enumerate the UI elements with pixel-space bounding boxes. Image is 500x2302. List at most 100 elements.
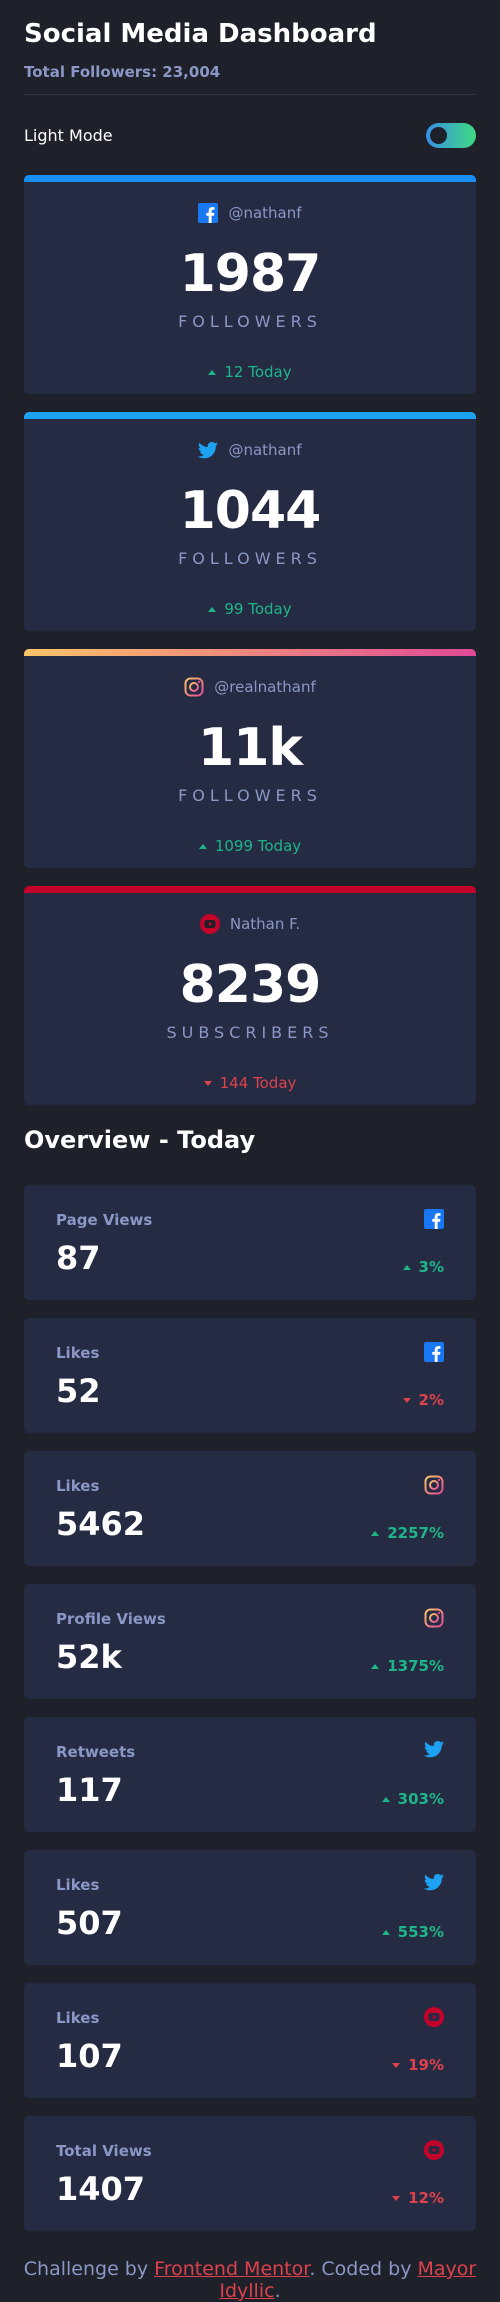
- arrow-down-icon: [392, 2195, 401, 2201]
- card-change: 1099 Today: [24, 837, 476, 855]
- overview-value: 5462: [56, 1505, 146, 1543]
- toggle-knob: [430, 126, 447, 144]
- overview-label: Likes: [56, 2009, 100, 2027]
- card-handle-row: Nathan F.: [24, 913, 476, 935]
- card-unit: SUBSCRIBERS: [166, 1023, 334, 1042]
- card-change-text: 12 Today: [224, 363, 292, 381]
- overview-change: 303%: [381, 1790, 444, 1808]
- overview-value: 52: [56, 1372, 101, 1410]
- total-followers: Total Followers: 23,004: [24, 63, 221, 81]
- card-unit: FOLLOWERS: [178, 312, 322, 331]
- facebook-icon: [424, 1209, 444, 1229]
- footer-suffix: .: [274, 2280, 281, 2302]
- card-top-bar: [24, 649, 476, 656]
- overview-change: 2%: [402, 1391, 444, 1409]
- frontend-mentor-link[interactable]: Frontend Mentor: [154, 2258, 309, 2280]
- card-count: 11k: [198, 718, 303, 778]
- overview-change-text: 2257%: [387, 1524, 444, 1542]
- card-unit: FOLLOWERS: [178, 549, 322, 568]
- card-youtube[interactable]: Nathan F. 8239 SUBSCRIBERS 144 Today: [24, 886, 476, 1105]
- overview-change: 1375%: [371, 1657, 444, 1675]
- overview-change-text: 303%: [397, 1790, 444, 1808]
- youtube-icon: [199, 914, 220, 934]
- overview-card[interactable]: Likes 52 2%: [24, 1318, 476, 1433]
- card-handle: Nathan F.: [229, 915, 301, 933]
- card-count: 1044: [179, 481, 322, 541]
- overview-value: 52k: [56, 1638, 122, 1676]
- mode-label: Light Mode: [24, 125, 113, 145]
- card-twitter[interactable]: @nathanf 1044 FOLLOWERS 99 Today: [24, 412, 476, 631]
- overview-change-text: 19%: [408, 2056, 444, 2074]
- card-top-bar: [24, 886, 476, 893]
- twitter-icon: [424, 1874, 444, 1891]
- overview-change-text: 2%: [418, 1391, 444, 1409]
- card-change: 144 Today: [24, 1074, 476, 1092]
- overview-change: 3%: [402, 1258, 444, 1276]
- card-top-bar: [24, 412, 476, 419]
- card-unit: FOLLOWERS: [178, 786, 322, 805]
- overview-label: Total Views: [56, 2142, 152, 2160]
- overview-card[interactable]: Total Views 1407 12%: [24, 2116, 476, 2231]
- header: Social Media Dashboard Total Followers: …: [24, 0, 476, 175]
- overview-label: Likes: [56, 1876, 100, 1894]
- youtube-icon: [424, 2140, 444, 2160]
- theme-toggle[interactable]: [426, 122, 476, 148]
- arrow-up-icon: [371, 1663, 380, 1669]
- overview-card[interactable]: Likes 507 553%: [24, 1850, 476, 1965]
- card-instagram[interactable]: @realnathanf 11k FOLLOWERS 1099 Today: [24, 649, 476, 868]
- card-handle: @nathanf: [228, 204, 302, 222]
- overview-value: 1407: [56, 2170, 146, 2208]
- overview-change: 12%: [392, 2189, 444, 2207]
- overview-value: 87: [56, 1239, 101, 1277]
- arrow-up-icon: [381, 1796, 390, 1802]
- twitter-icon: [198, 441, 219, 459]
- instagram-icon: [424, 1475, 444, 1495]
- dashboard-page: Social Media Dashboard Total Followers: …: [0, 0, 500, 2302]
- card-top-bar: [24, 175, 476, 182]
- card-handle-row: @nathanf: [24, 202, 476, 224]
- page-title: Social Media Dashboard: [24, 19, 377, 49]
- overview-card[interactable]: Retweets 117 303%: [24, 1717, 476, 1832]
- footer: Challenge by Frontend Mentor. Coded by M…: [0, 2258, 500, 2302]
- card-facebook[interactable]: @nathanf 1987 FOLLOWERS 12 Today: [24, 175, 476, 394]
- card-handle-row: @nathanf: [24, 439, 476, 461]
- youtube-icon: [424, 2007, 444, 2027]
- overview-card[interactable]: Likes 5462 2257%: [24, 1451, 476, 1566]
- overview-change: 2257%: [371, 1524, 444, 1542]
- overview-label: Retweets: [56, 1743, 136, 1761]
- arrow-down-icon: [203, 1080, 212, 1086]
- overview-value: 107: [56, 2037, 123, 2075]
- overview-label: Profile Views: [56, 1610, 166, 1628]
- overview-change-text: 1375%: [387, 1657, 444, 1675]
- arrow-up-icon: [402, 1264, 411, 1270]
- overview-label: Likes: [56, 1344, 100, 1362]
- overview-change: 553%: [381, 1923, 444, 1941]
- footer-prefix: Challenge by: [23, 2258, 155, 2280]
- overview-change-text: 3%: [418, 1258, 444, 1276]
- card-change: 12 Today: [24, 363, 476, 381]
- overview-cards: Page Views 87 3% Likes 52 2% Likes 5462 …: [24, 1185, 476, 2231]
- overview-title: Overview - Today: [24, 1126, 256, 1154]
- card-handle-row: @realnathanf: [24, 676, 476, 698]
- card-change-text: 1099 Today: [214, 837, 302, 855]
- overview-card[interactable]: Profile Views 52k 1375%: [24, 1584, 476, 1699]
- arrow-down-icon: [392, 2062, 401, 2068]
- arrow-down-icon: [402, 1397, 411, 1403]
- overview-value: 507: [56, 1904, 123, 1942]
- card-handle: @realnathanf: [214, 678, 316, 696]
- arrow-up-icon: [371, 1530, 380, 1536]
- card-change-text: 99 Today: [224, 600, 292, 618]
- card-count: 1987: [179, 244, 322, 304]
- overview-value: 117: [56, 1771, 123, 1809]
- overview-label: Page Views: [56, 1211, 153, 1229]
- card-change-text: 144 Today: [219, 1074, 297, 1092]
- overview-card[interactable]: Page Views 87 3%: [24, 1185, 476, 1300]
- overview-card[interactable]: Likes 107 19%: [24, 1983, 476, 2098]
- overview-change-text: 553%: [397, 1923, 444, 1941]
- arrow-up-icon: [381, 1929, 390, 1935]
- card-handle: @nathanf: [228, 441, 302, 459]
- facebook-icon: [198, 203, 219, 223]
- followers-cards: @nathanf 1987 FOLLOWERS 12 Today @nathan…: [24, 175, 476, 1105]
- arrow-up-icon: [208, 606, 217, 612]
- instagram-icon: [184, 677, 204, 697]
